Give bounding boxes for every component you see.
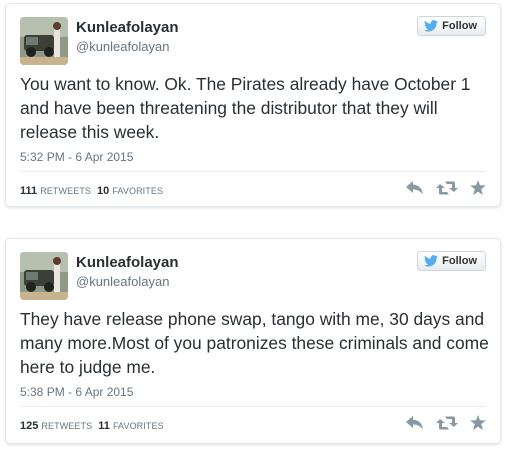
tweet-timestamp[interactable]: 5:38 PM - 6 Apr 2015: [20, 385, 133, 399]
retweets-count: 111: [20, 185, 38, 197]
follow-button[interactable]: Follow: [417, 16, 486, 36]
avatar[interactable]: [20, 252, 68, 300]
user-handle[interactable]: @kunleafolayan: [76, 274, 169, 289]
retweets-stat[interactable]: 125 RETWEETS: [20, 420, 92, 432]
divider: [20, 171, 486, 172]
star-icon[interactable]: [470, 180, 486, 200]
divider: [20, 406, 486, 407]
favorites-count: 11: [98, 420, 110, 432]
star-icon[interactable]: [470, 415, 486, 435]
display-name[interactable]: Kunleafolayan: [76, 254, 179, 271]
follow-label: Follow: [442, 20, 477, 32]
tweet-card: Kunleafolayan @kunleafolayan Follow You …: [5, 3, 501, 207]
follow-label: Follow: [442, 255, 477, 267]
retweet-icon[interactable]: [436, 181, 458, 200]
tweet-actions: [406, 180, 486, 200]
user-handle[interactable]: @kunleafolayan: [76, 39, 169, 54]
tweet-actions: [406, 415, 486, 435]
follow-button[interactable]: Follow: [417, 251, 486, 271]
favorites-stat[interactable]: 11 FAVORITES: [98, 420, 163, 432]
tweet-timestamp[interactable]: 5:32 PM - 6 Apr 2015: [20, 150, 133, 164]
reply-icon[interactable]: [406, 180, 424, 200]
display-name[interactable]: Kunleafolayan: [76, 19, 179, 36]
tweet-stats: 111 RETWEETS 10 FAVORITES: [20, 185, 163, 197]
avatar[interactable]: [20, 17, 68, 65]
reply-icon[interactable]: [406, 415, 424, 435]
tweet-text: You want to know. Ok. The Pirates alread…: [20, 74, 471, 142]
favorites-stat[interactable]: 10 FAVORITES: [97, 185, 163, 197]
retweets-label: RETWEETS: [41, 421, 93, 431]
favorites-label: FAVORITES: [112, 186, 164, 196]
retweet-icon[interactable]: [436, 416, 458, 435]
twitter-bird-icon: [424, 20, 439, 32]
retweets-stat[interactable]: 111 RETWEETS: [20, 185, 91, 197]
tweet-stats: 125 RETWEETS 11 FAVORITES: [20, 420, 164, 432]
retweets-label: RETWEETS: [40, 186, 92, 196]
twitter-bird-icon: [424, 255, 439, 267]
retweets-count: 125: [20, 420, 39, 432]
favorites-count: 10: [97, 185, 110, 197]
favorites-label: FAVORITES: [112, 421, 164, 431]
tweet-text: They have release phone swap, tango with…: [20, 309, 489, 377]
tweet-card: Kunleafolayan @kunleafolayan Follow They…: [5, 238, 501, 444]
